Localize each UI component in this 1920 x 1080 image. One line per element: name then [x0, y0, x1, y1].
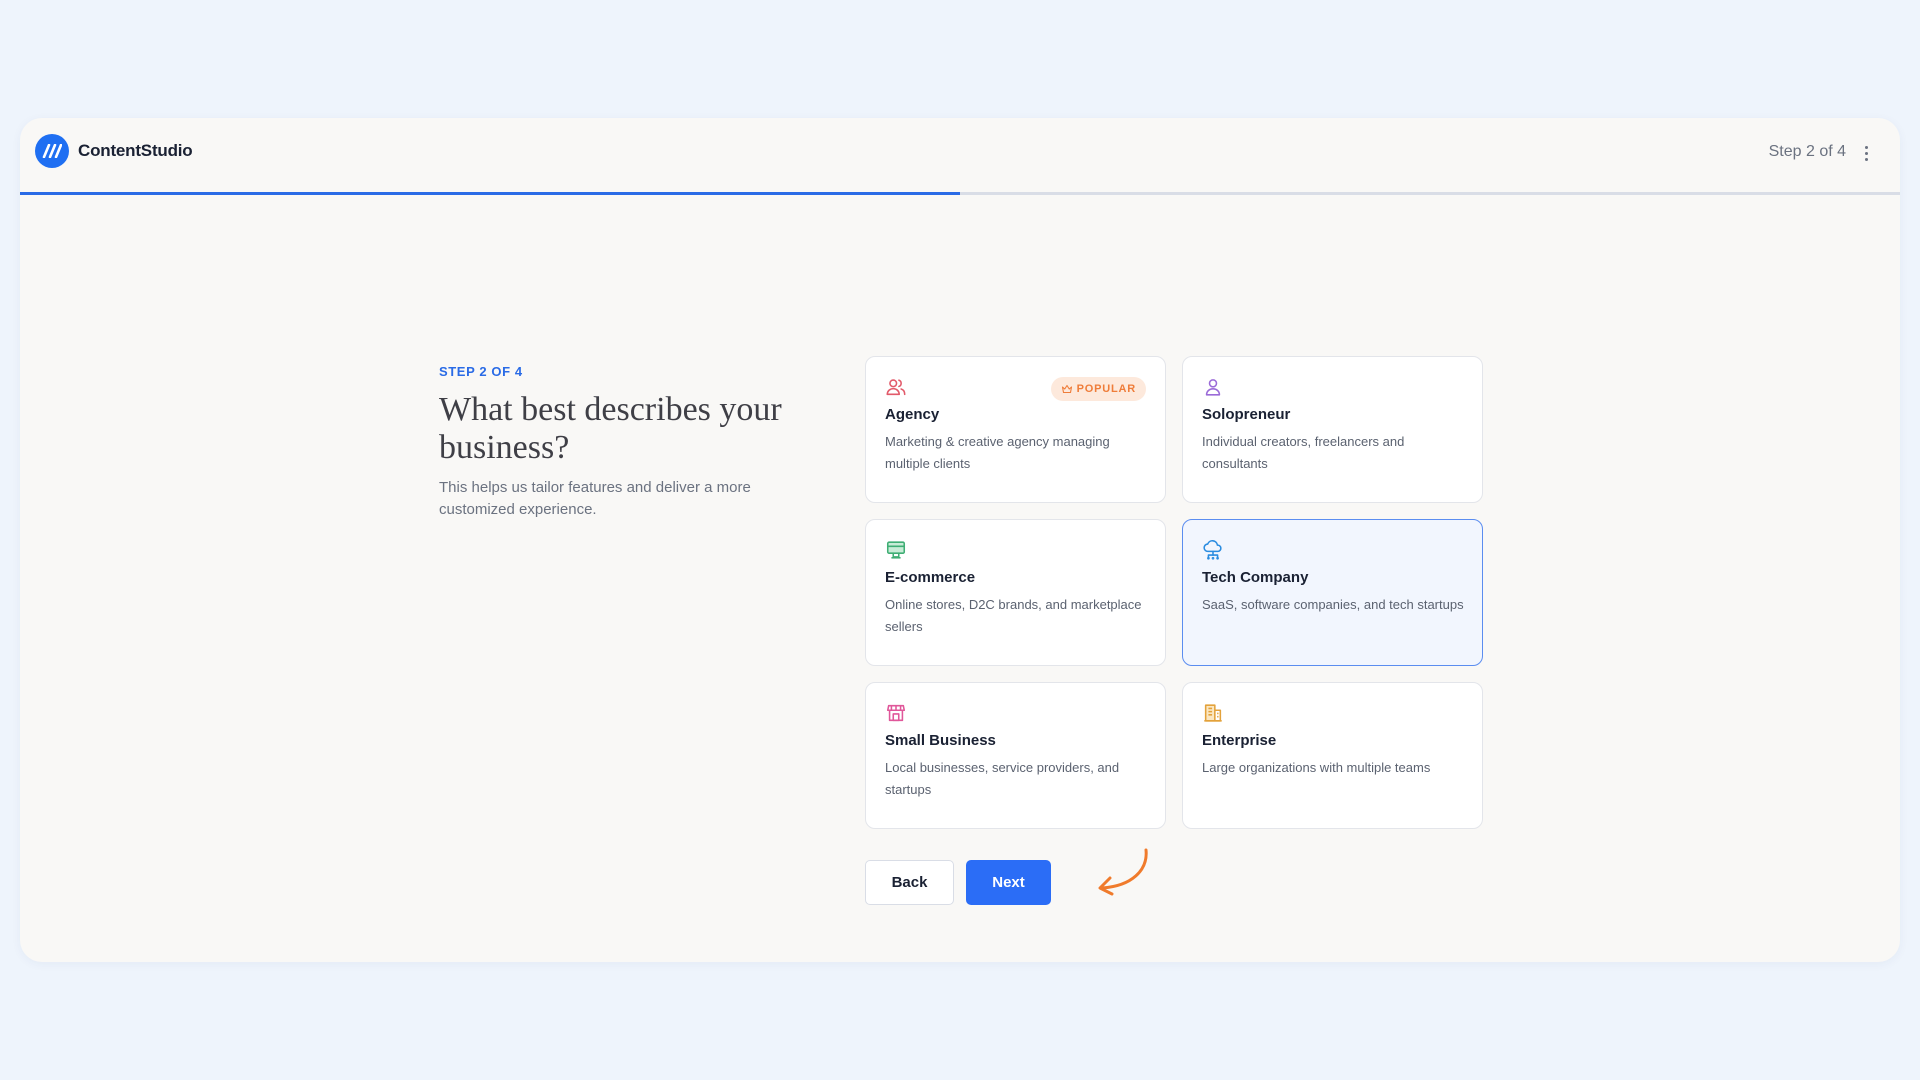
users-icon — [886, 379, 906, 396]
form-actions: Back Next — [865, 860, 1051, 905]
shop-icon — [886, 704, 906, 722]
option-card-enterprise[interactable]: Enterprise Large organizations with mult… — [1182, 682, 1483, 829]
user-icon — [1205, 379, 1221, 396]
option-card-solopreneur[interactable]: Solopreneur Individual creators, freelan… — [1182, 356, 1483, 503]
option-title: Solopreneur — [1202, 406, 1291, 423]
brand-name: ContentStudio — [78, 141, 193, 160]
more-options-icon[interactable] — [1858, 142, 1874, 164]
contentstudio-logo-icon — [35, 134, 69, 168]
crown-icon — [1061, 384, 1072, 394]
option-description: Marketing & creative agency managing mul… — [885, 434, 1110, 471]
page-title: What best describes your business? — [439, 391, 782, 466]
back-button[interactable]: Back — [865, 860, 954, 905]
page-subtitle: This helps us tailor features and delive… — [439, 479, 751, 518]
option-card-small-business[interactable]: Small Business Local businesses, service… — [865, 682, 1166, 829]
brand: ContentStudio — [35, 134, 193, 168]
top-bar: ContentStudio Step 2 of 4 — [20, 118, 1900, 192]
curved-arrow-icon — [1098, 848, 1148, 896]
option-card-tech-company[interactable]: Tech Company SaaS, software companies, a… — [1182, 519, 1483, 666]
cloud-network-icon — [1203, 540, 1222, 560]
option-description: Online stores, D2C brands, and marketpla… — [885, 597, 1142, 634]
option-title: Enterprise — [1202, 732, 1277, 749]
business-type-options: POPULAR Agency Marketing & creative agen… — [865, 356, 1483, 829]
option-description: SaaS, software companies, and tech start… — [1202, 597, 1464, 612]
progress-bar — [20, 192, 1900, 195]
progress-bar-fill — [20, 192, 960, 195]
option-card-agency[interactable]: POPULAR Agency Marketing & creative agen… — [865, 356, 1166, 503]
building-icon — [1204, 704, 1222, 722]
option-description: Individual creators, freelancers and con… — [1202, 434, 1405, 471]
next-button[interactable]: Next — [966, 860, 1051, 905]
storefront-icon — [886, 541, 906, 559]
intro-section: STEP 2 OF 4 What best describes your bus… — [439, 364, 819, 521]
step-indicator: Step 2 of 4 — [1768, 143, 1846, 160]
popular-badge-label: POPULAR — [1076, 383, 1136, 395]
option-title: Tech Company — [1202, 569, 1309, 586]
option-title: Agency — [885, 406, 940, 423]
option-title: Small Business — [885, 732, 996, 749]
option-title: E-commerce — [885, 569, 976, 586]
option-card-ecommerce[interactable]: E-commerce Online stores, D2C brands, an… — [865, 519, 1166, 666]
option-description: Large organizations with multiple teams — [1202, 760, 1431, 775]
option-description: Local businesses, service providers, and… — [885, 760, 1120, 797]
onboarding-window: ContentStudio Step 2 of 4 STEP 2 OF 4 Wh… — [20, 118, 1900, 962]
step-label: STEP 2 OF 4 — [439, 364, 523, 379]
popular-badge: POPULAR — [1050, 377, 1146, 401]
